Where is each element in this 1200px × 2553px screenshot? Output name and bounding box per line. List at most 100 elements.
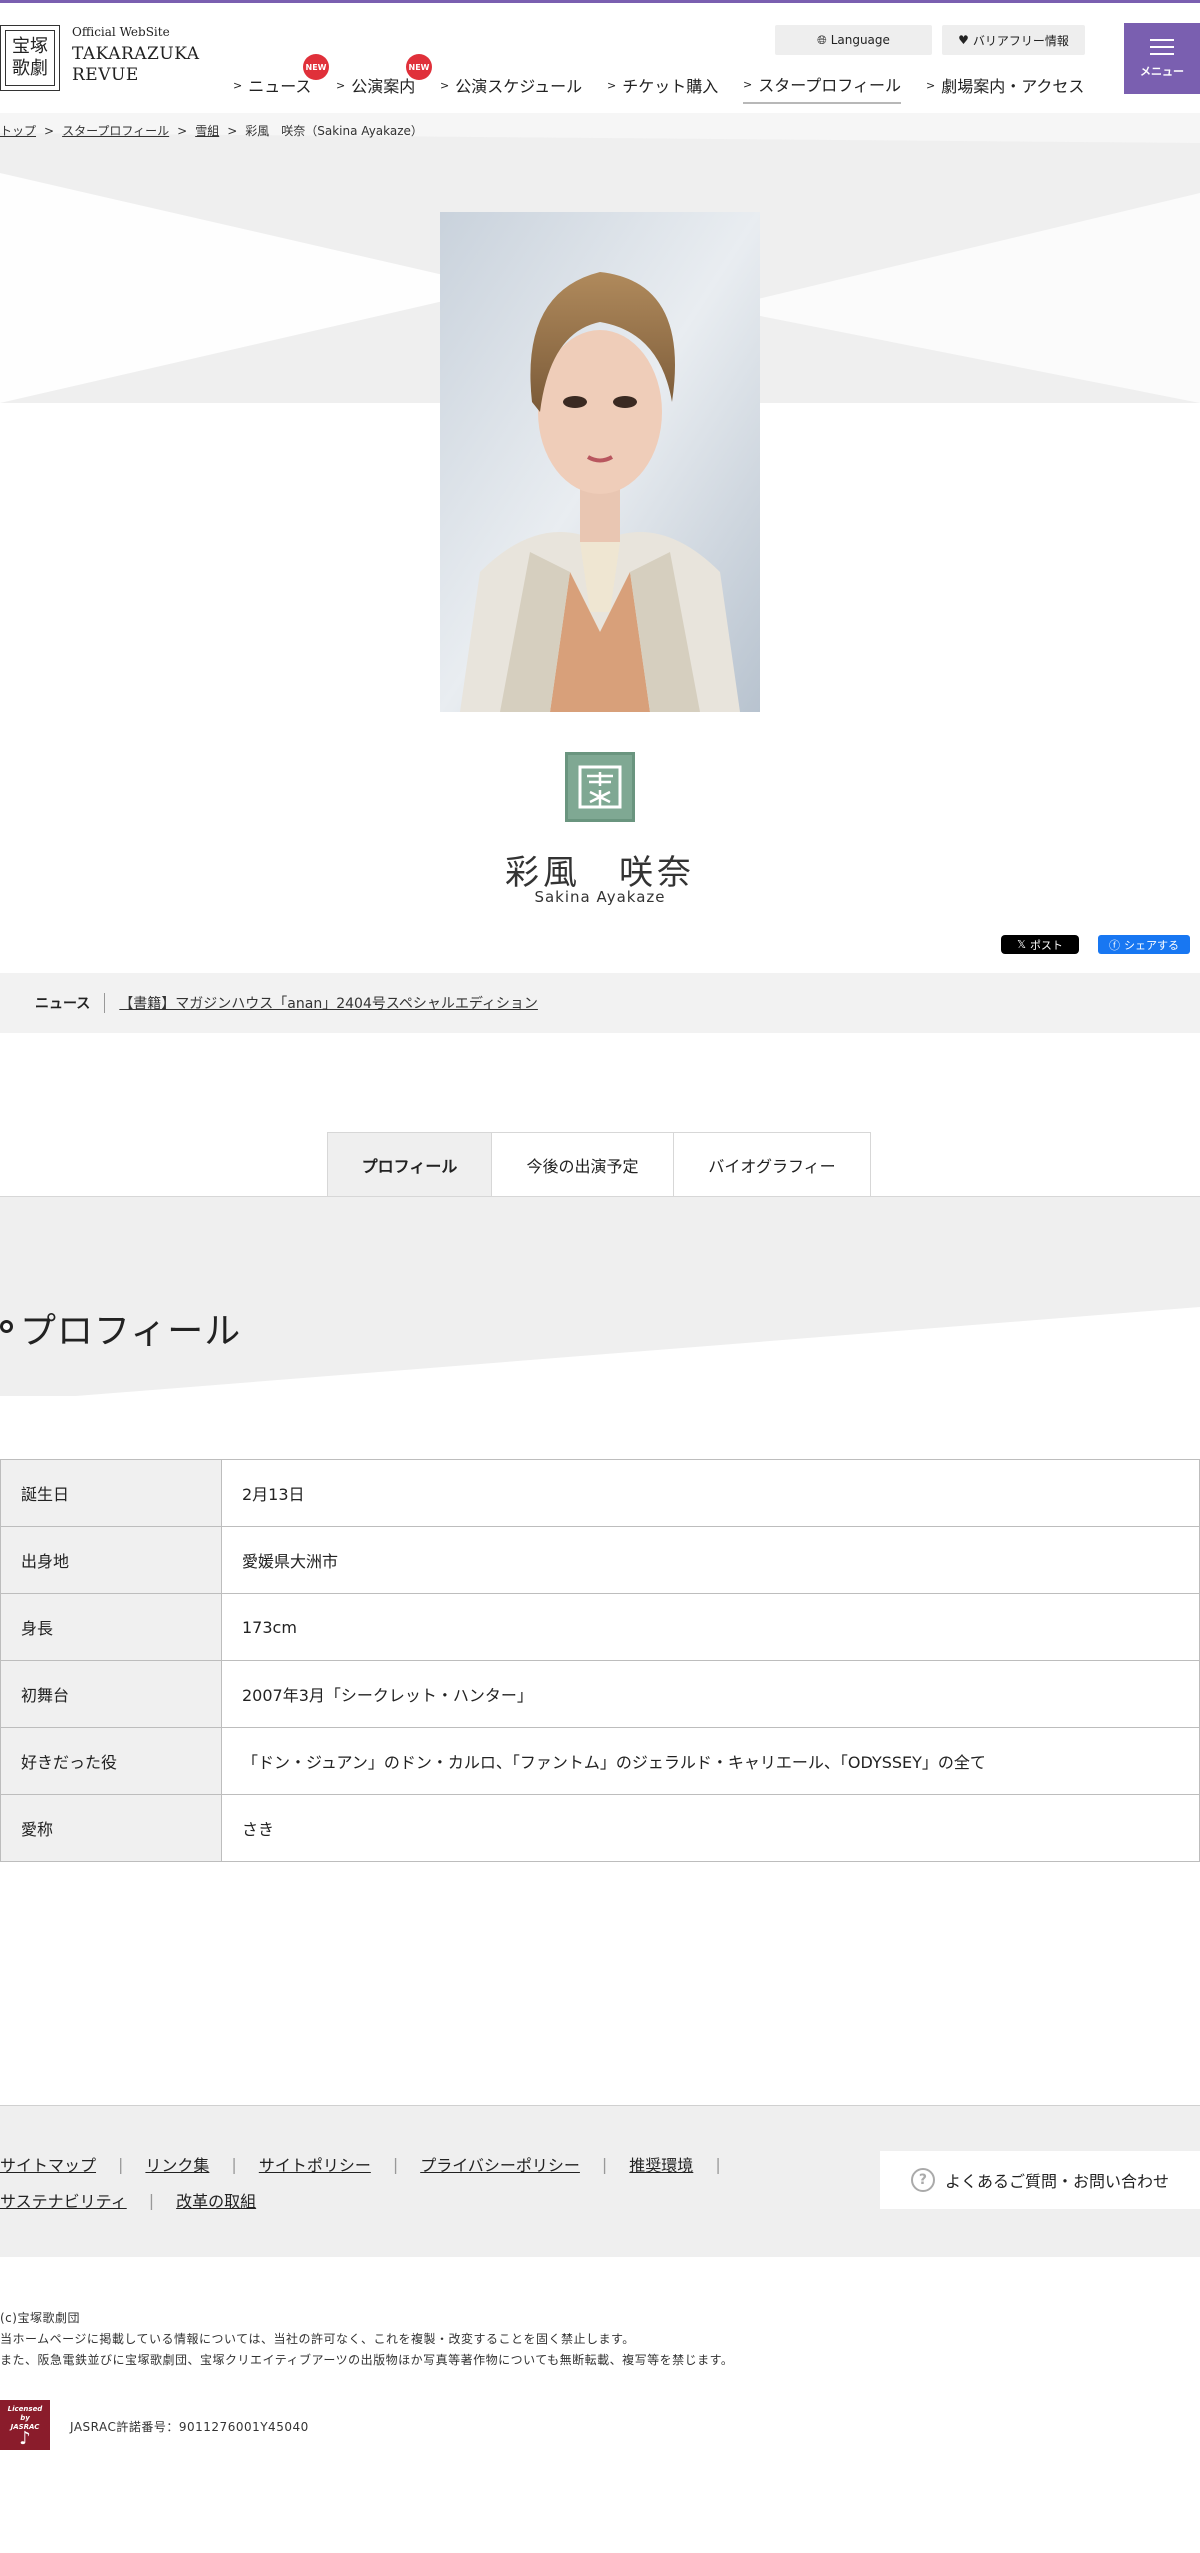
snow-troupe-icon [578,765,622,809]
star-name-en: Sakina Ayakaze [534,888,666,906]
question-icon: ? [910,2168,935,2192]
menu-button[interactable]: メニュー [1124,23,1200,94]
footer-links-row2: サステナビリティ | 改革の取組 [0,2188,256,2212]
footer-separator: | [715,2154,721,2174]
barrier-free-label: バリアフリー情報 [972,33,1069,48]
copyright-notice-1: 当ホームページに掲載している情報については、当社の許可なく、これを複製・改変する… [0,2332,635,2346]
nav-item-news[interactable]: > ニュース NEW [233,54,329,100]
footer-link-site-policy[interactable]: サイトポリシー [259,2152,371,2176]
menu-label: メニュー [1140,64,1184,78]
logo-text-top: 宝塚 [12,36,48,57]
copyright-block: (c)宝塚歌劇団 当ホームページに掲載している情報については、当社の許可なく、こ… [0,2308,733,2371]
breadcrumb-separator: > [44,123,55,138]
profile-key: 初舞台 [0,1660,222,1728]
breadcrumb-home[interactable]: トップ [0,122,36,139]
table-row: 好きだった役 「ドン・ジュアン」のドン・カルロ、「ファントム」のジェラルド・キャ… [0,1727,1200,1795]
footer-separator: | [392,2154,399,2174]
facebook-share-button[interactable]: ⓕ シェアする [1098,935,1190,954]
footer-separator: | [231,2154,237,2174]
site-eyebrow: Official WebSite [72,25,170,39]
breadcrumb-separator: > [227,123,238,138]
tab-profile[interactable]: プロフィール [327,1132,492,1197]
global-nav: > ニュース NEW > 公演案内 NEW > 公演スケジュール > チケット購… [0,54,1110,104]
music-note-icon: ♪ [19,2428,31,2449]
x-post-button[interactable]: 𝕏 ポスト [1001,935,1079,954]
nav-item-tickets[interactable]: > チケット購入 [607,70,718,100]
footer-link-reform[interactable]: 改革の取組 [176,2188,256,2212]
footer-link-sitemap[interactable]: サイトマップ [0,2152,96,2176]
jasrac-number: JASRAC許諾番号：9011276001Y45040 [70,2420,309,2434]
profile-tabs: プロフィール 今後の出演予定 バイオグラフィー [327,1132,871,1197]
hamburger-icon [1150,38,1174,55]
star-portrait [440,212,760,712]
nav-label: 劇場案内・アクセス [941,77,1085,96]
breadcrumb-separator: > [177,123,188,138]
language-label: Language [830,33,890,47]
footer-link-privacy-policy[interactable]: プライバシーポリシー [420,2152,580,2176]
nav-label: スタープロフィール [758,76,901,95]
table-row: 出身地 愛媛県大洲市 [0,1526,1200,1594]
facebook-icon: ⓕ [1109,938,1120,952]
chevron-right-icon: > [233,78,243,92]
barrier-free-button[interactable]: ♥ バリアフリー情報 [942,25,1085,55]
nav-item-star-profile[interactable]: > スタープロフィール [743,70,901,104]
table-row: 身長 173cm [0,1593,1200,1661]
news-label: ニュース [35,993,106,1013]
chevron-right-icon: > [743,77,753,91]
nav-label: 公演案内 [351,77,416,96]
x-post-label: ポスト [1029,938,1063,952]
chevron-right-icon: > [336,78,346,92]
new-badge: NEW [406,54,432,80]
table-row: 愛称 さき [0,1794,1200,1862]
x-icon: 𝕏 [1017,938,1026,951]
facebook-share-label: シェアする [1124,938,1179,952]
table-row: 誕生日 2月13日 [0,1459,1200,1527]
profile-value: 2007年3月「シークレット・ハンター」 [221,1660,1200,1728]
nav-item-schedule[interactable]: > 公演スケジュール [440,70,582,100]
breadcrumb-star-profile[interactable]: スタープロフィール [62,122,169,139]
profile-key: 出身地 [0,1526,222,1594]
breadcrumb: トップ > スタープロフィール > 雪組 > 彩風 咲奈（Sakina Ayak… [0,122,423,139]
copyright: (c)宝塚歌劇団 [0,2311,80,2325]
footer-separator: | [148,2190,155,2210]
profile-value: 愛媛県大洲市 [221,1526,1200,1594]
faq-label: よくあるご質問・お問い合わせ [944,2172,1169,2191]
footer-link-links[interactable]: リンク集 [145,2152,209,2176]
profile-key: 好きだった役 [0,1727,222,1795]
nav-item-performances[interactable]: > 公演案内 NEW [336,54,432,100]
nav-label: ニュース [248,77,312,96]
tab-biography[interactable]: バイオグラフィー [674,1132,871,1197]
breadcrumb-troupe[interactable]: 雪組 [195,122,219,139]
profile-value: さき [221,1794,1200,1862]
profile-value: 2月13日 [221,1459,1200,1527]
star-name-ja: 彩風 咲奈 [505,853,695,893]
profile-value: 「ドン・ジュアン」のドン・カルロ、「ファントム」のジェラルド・キャリエール、「O… [221,1727,1200,1795]
site-title-line1: TAKARAZUKA [72,44,200,64]
site-header: 宝塚 歌劇 Official WebSite TAKARAZUKA REVUE … [0,3,1200,113]
news-headline-link[interactable]: 【書籍】マガジンハウス「anan」2404号スペシャルエディション [119,993,538,1013]
footer-link-sustainability[interactable]: サステナビリティ [0,2188,127,2212]
heart-icon: ♥ [958,33,969,47]
jasrac-logo: Licensed by JASRAC ♪ [0,2400,50,2450]
chevron-right-icon: > [926,78,936,92]
nav-item-theater-access[interactable]: > 劇場案内・アクセス [926,70,1084,100]
faq-contact-button[interactable]: ? よくあるご質問・お問い合わせ [880,2151,1200,2209]
footer-link-recommended-env[interactable]: 推奨環境 [629,2152,693,2176]
footer-links-row1: サイトマップ | リンク集 | サイトポリシー | プライバシーポリシー | 推… [0,2152,743,2176]
tab-upcoming-appearances[interactable]: 今後の出演予定 [492,1132,674,1197]
new-badge: NEW [303,54,329,80]
nav-label: 公演スケジュール [455,77,583,96]
table-row: 初舞台 2007年3月「シークレット・ハンター」 [0,1660,1200,1728]
chevron-right-icon: > [440,78,450,92]
section-title: プロフィール [20,1311,242,1352]
profile-table: 誕生日 2月13日 出身地 愛媛県大洲市 身長 173cm 初舞台 2007年3… [0,1459,1200,1862]
chevron-right-icon: > [607,78,617,92]
nav-label: チケット購入 [622,77,719,96]
language-button[interactable]: 🌐︎ Language [775,25,932,55]
section-title-bullet [0,1320,13,1333]
news-bar: ニュース 【書籍】マガジンハウス「anan」2404号スペシャルエディション [0,973,1200,1033]
footer-separator: | [601,2154,608,2174]
profile-key: 誕生日 [0,1459,222,1527]
profile-value: 173cm [221,1593,1200,1661]
profile-key: 身長 [0,1593,222,1661]
